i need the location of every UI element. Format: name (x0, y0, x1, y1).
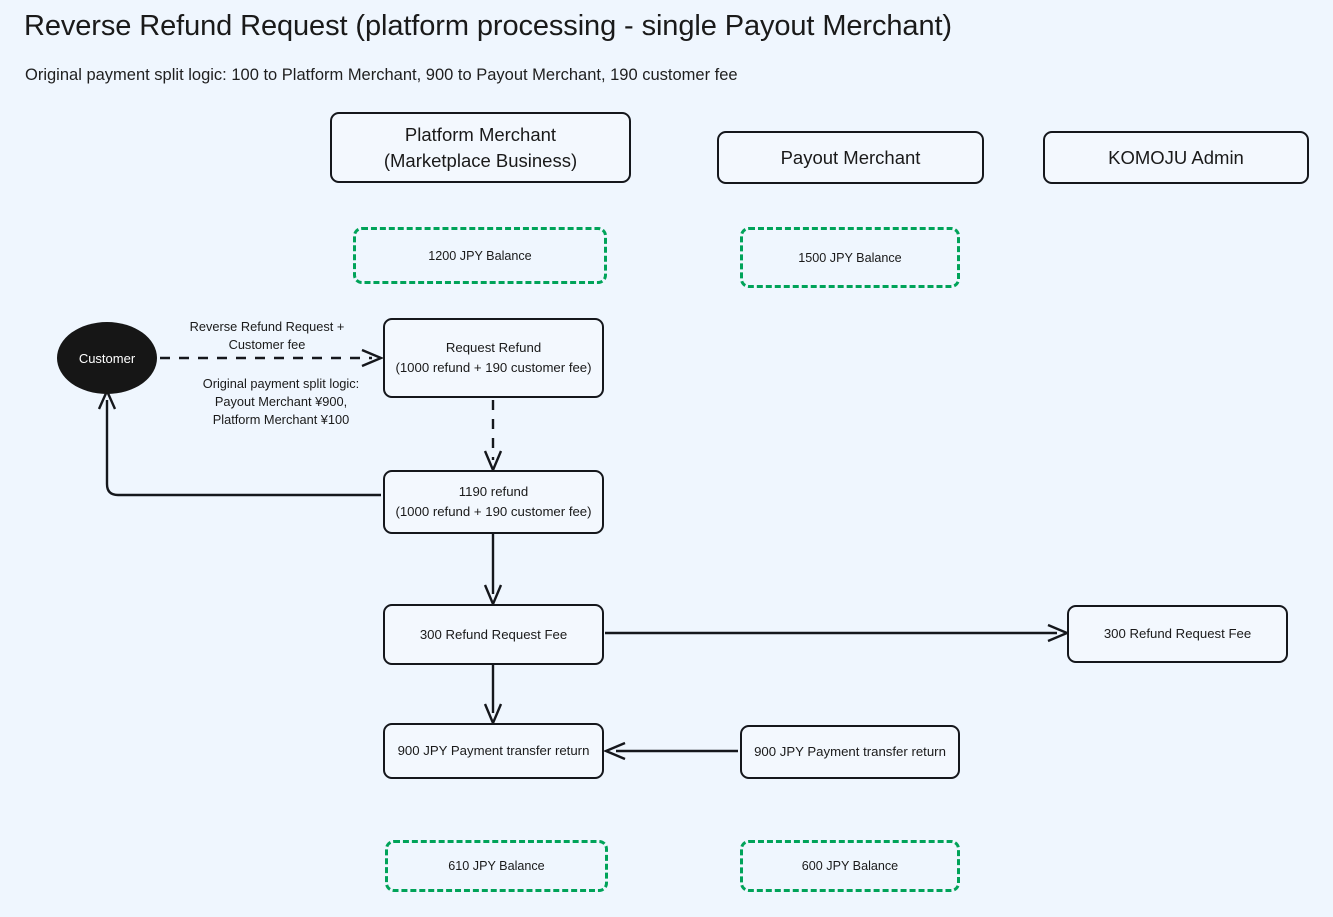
node-1190-refund-line1: 1190 refund (458, 484, 529, 500)
node-refund-request-fee-platform[interactable]: 300 Refund Request Fee (383, 604, 604, 665)
arrow-head-request-refund-to-1190 (483, 450, 503, 474)
balance-payout-end: 600 JPY Balance (740, 840, 960, 892)
balance-payout-start-label: 1500 JPY Balance (798, 250, 902, 265)
edge-label-split-logic: Original payment split logic: Payout Mer… (198, 375, 364, 429)
edge-label-reverse-refund-request-line2: Customer fee (228, 337, 306, 353)
actor-customer[interactable]: Customer (57, 322, 157, 394)
node-request-refund-line2: (1000 refund + 190 customer fee) (395, 360, 592, 375)
balance-platform-start-label: 1200 JPY Balance (428, 248, 532, 263)
lane-platform-merchant-line1: Platform Merchant (404, 124, 557, 146)
arrow-head-1190-to-refund-fee (483, 584, 503, 608)
node-refund-request-fee-admin[interactable]: 300 Refund Request Fee (1067, 605, 1288, 663)
arrow-head-customer-to-request-refund (361, 348, 385, 368)
page-subtitle: Original payment split logic: 100 to Pla… (25, 66, 738, 84)
balance-platform-end-label: 610 JPY Balance (448, 859, 545, 873)
lane-komoju-admin-line1: KOMOJU Admin (1108, 146, 1244, 168)
actor-customer-label: Customer (78, 350, 136, 366)
node-transfer-return-payout-line1: 900 JPY Payment transfer return (754, 744, 946, 760)
arrow-head-refund-fee-to-transfer-return (483, 703, 503, 727)
edge-label-reverse-refund-request: Reverse Refund Request + Customer fee (188, 318, 346, 354)
lane-platform-merchant-line2: (Marketplace Business) (383, 149, 578, 171)
diagram-canvas: Reverse Refund Request (platform process… (0, 0, 1333, 917)
node-transfer-return-payout[interactable]: 900 JPY Payment transfer return (740, 725, 960, 779)
node-request-refund-line1: Request Refund (445, 340, 542, 356)
node-1190-refund-line2: (1000 refund + 190 customer fee) (395, 504, 592, 519)
balance-payout-start: 1500 JPY Balance (740, 227, 960, 288)
node-1190-refund[interactable]: 1190 refund (1000 refund + 190 customer … (383, 470, 604, 534)
arrow-head-refund-fee-to-admin-fee (1047, 623, 1071, 643)
edge-label-reverse-refund-request-line1: Reverse Refund Request + (189, 319, 345, 334)
node-request-refund[interactable]: Request Refund (1000 refund + 190 custom… (383, 318, 604, 398)
edge-label-split-logic-line1: Original payment split logic: (202, 376, 360, 391)
node-refund-request-fee-platform-line1: 300 Refund Request Fee (419, 626, 568, 642)
balance-platform-start: 1200 JPY Balance (353, 227, 607, 284)
lane-komoju-admin[interactable]: KOMOJU Admin (1043, 131, 1309, 184)
edge-label-split-logic-line3: Platform Merchant ¥100 (212, 412, 350, 428)
node-transfer-return-platform[interactable]: 900 JPY Payment transfer return (383, 723, 604, 779)
node-transfer-return-platform-line1: 900 JPY Payment transfer return (397, 743, 590, 759)
lane-payout-merchant[interactable]: Payout Merchant (717, 131, 984, 184)
lane-payout-merchant-line1: Payout Merchant (780, 146, 921, 168)
edge-label-split-logic-line2: Payout Merchant ¥900, (214, 394, 348, 410)
arrow-head-payout-return-to-platform-return (602, 741, 626, 761)
lane-platform-merchant[interactable]: Platform Merchant (Marketplace Business) (330, 112, 631, 183)
node-refund-request-fee-admin-line1: 300 Refund Request Fee (1103, 626, 1252, 642)
balance-payout-end-label: 600 JPY Balance (801, 859, 899, 873)
page-title: Reverse Refund Request (platform process… (24, 10, 952, 42)
balance-platform-end: 610 JPY Balance (385, 840, 608, 892)
